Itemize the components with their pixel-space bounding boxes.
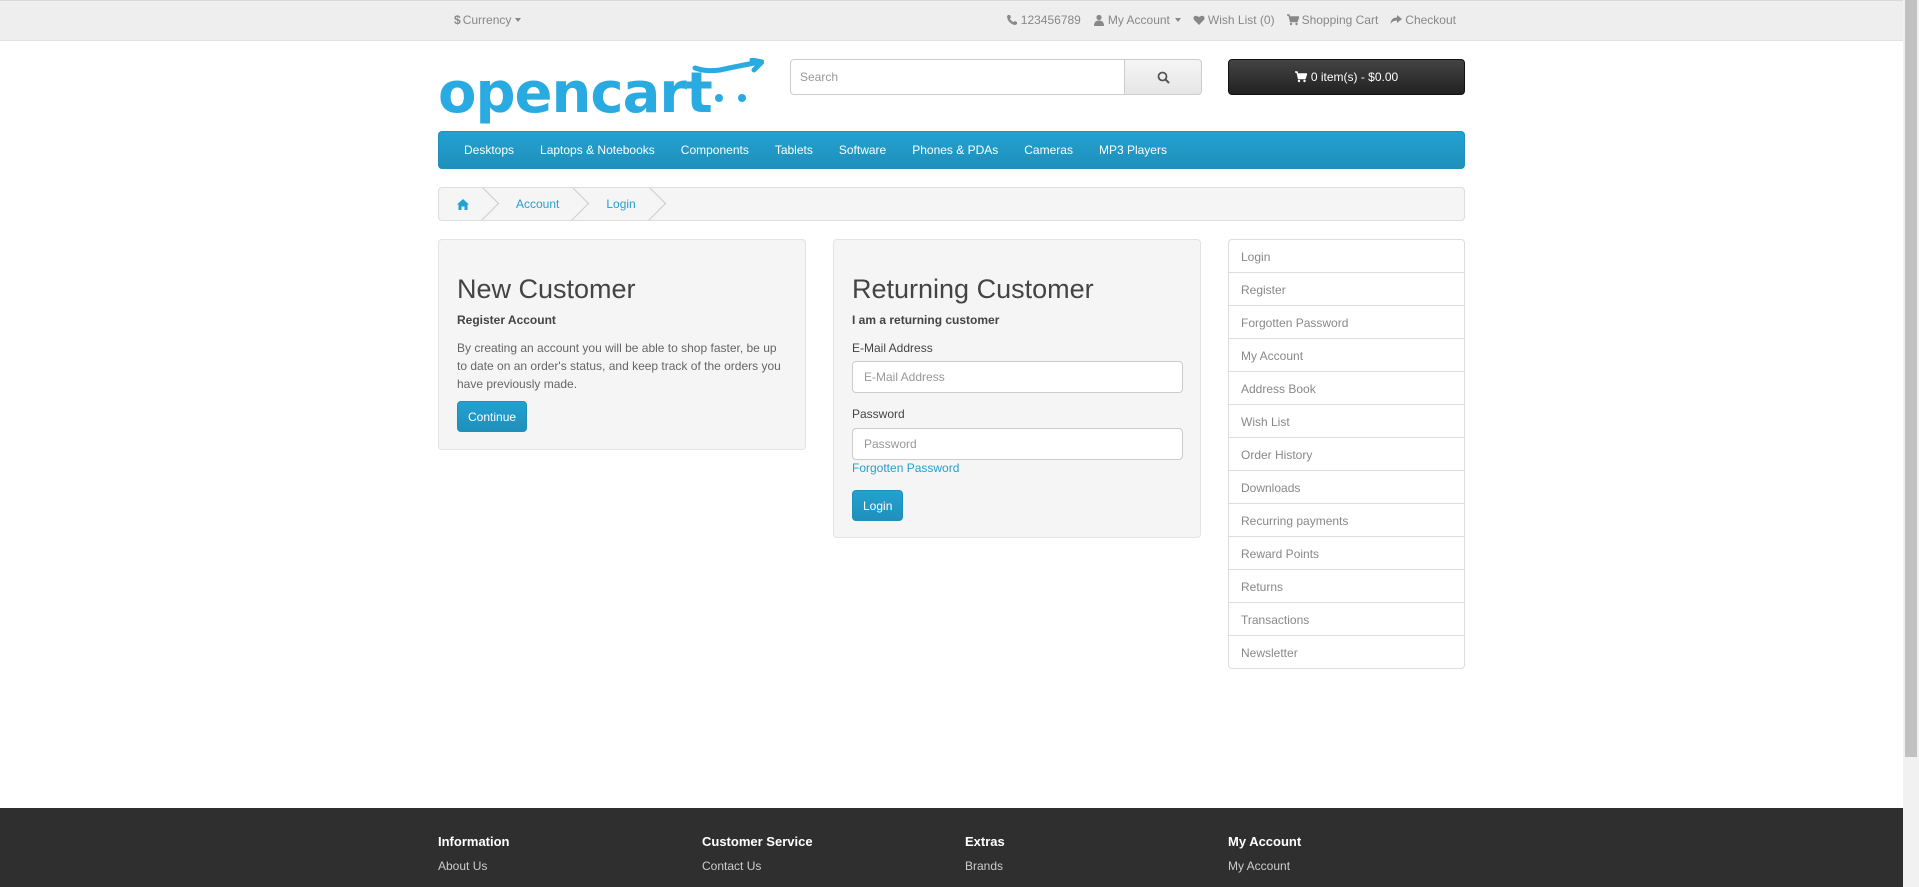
home-icon xyxy=(457,198,469,210)
menu-item-desktops[interactable]: Desktops xyxy=(451,143,527,157)
chevron-down-icon xyxy=(515,18,522,22)
sidebar-item-my-account[interactable]: My Account xyxy=(1228,338,1465,372)
sidebar-item-forgotten-password[interactable]: Forgotten Password xyxy=(1228,305,1465,339)
breadcrumb-login-link[interactable]: Login xyxy=(606,197,635,211)
footer-link-my-account[interactable]: My Account xyxy=(1228,859,1290,873)
currency-dropdown[interactable]: $ Currency xyxy=(454,13,522,27)
sidebar-item-recurring-payments[interactable]: Recurring payments xyxy=(1228,503,1465,537)
login-button[interactable]: Login xyxy=(852,490,904,521)
returning-customer-panel: Returning Customer I am a returning cust… xyxy=(833,239,1201,538)
footer-column-customer-service: Customer Service Contact Us xyxy=(702,834,813,873)
user-icon xyxy=(1093,14,1104,26)
footer-link-brands[interactable]: Brands xyxy=(965,859,1003,873)
search-icon xyxy=(1157,71,1170,84)
footer-link-contact-us[interactable]: Contact Us xyxy=(702,859,761,873)
sidebar-item-wish-list[interactable]: Wish List xyxy=(1228,404,1465,438)
breadcrumb-account-link[interactable]: Account xyxy=(516,197,559,211)
cart-icon xyxy=(1286,14,1299,26)
menu-item-cameras[interactable]: Cameras xyxy=(1011,143,1086,157)
returning-customer-title: Returning Customer xyxy=(852,274,1094,304)
footer: Information About Us Customer Service Co… xyxy=(0,808,1903,887)
search-button[interactable] xyxy=(1125,59,1202,95)
register-description: By creating an account you will be able … xyxy=(457,341,781,391)
opencart-logo[interactable]: opencart xyxy=(438,57,765,126)
footer-heading-my-account: My Account xyxy=(1228,834,1302,849)
footer-column-extras: Extras Brands xyxy=(965,834,1005,873)
footer-heading-information: Information xyxy=(438,834,510,849)
my-account-label: My Account xyxy=(1107,13,1170,27)
breadcrumb: Account Login xyxy=(438,187,1465,221)
email-label: E-Mail Address xyxy=(852,341,933,355)
my-account-dropdown[interactable]: My Account xyxy=(1093,13,1181,27)
search-input[interactable] xyxy=(790,59,1125,95)
account-sidebar: Login Register Forgotten Password My Acc… xyxy=(1228,239,1465,669)
checkout-link[interactable]: Checkout xyxy=(1390,13,1456,27)
phone-number: 123456789 xyxy=(1020,13,1081,27)
currency-symbol: $ xyxy=(454,13,461,27)
menu-item-components[interactable]: Components xyxy=(668,143,762,157)
email-field[interactable] xyxy=(852,361,1183,393)
checkout-label: Checkout xyxy=(1405,13,1456,27)
sidebar-item-login[interactable]: Login xyxy=(1228,239,1465,273)
sidebar-item-reward-points[interactable]: Reward Points xyxy=(1228,536,1465,570)
scrollbar-thumb[interactable] xyxy=(1905,0,1917,757)
sidebar-item-transactions[interactable]: Transactions xyxy=(1228,602,1465,636)
logo-image: opencart xyxy=(438,57,765,126)
top-bar: $ Currency 123456789 My Account Wish Lis… xyxy=(0,0,1903,41)
menu-item-laptops[interactable]: Laptops & Notebooks xyxy=(527,143,668,157)
footer-link-about-us[interactable]: About Us xyxy=(438,859,487,873)
shopping-cart-link[interactable]: Shopping Cart xyxy=(1286,13,1379,27)
cart-total: 0 item(s) - $0.00 xyxy=(1310,70,1399,84)
phone-link[interactable]: 123456789 xyxy=(1006,13,1081,27)
heart-icon xyxy=(1193,15,1205,25)
breadcrumb-login[interactable]: Login xyxy=(581,188,657,220)
new-customer-panel: New Customer Register Account By creatin… xyxy=(438,239,806,450)
menu-item-mp3[interactable]: MP3 Players xyxy=(1086,143,1180,157)
returning-customer-heading: I am a returning customer xyxy=(852,313,1000,327)
shopping-cart-label: Shopping Cart xyxy=(1301,13,1379,27)
register-account-heading: Register Account xyxy=(457,313,556,327)
breadcrumb-home[interactable] xyxy=(439,188,491,220)
chevron-down-icon xyxy=(1174,18,1181,22)
forgotten-password-link[interactable]: Forgotten Password xyxy=(852,461,959,475)
main-menu: Desktops Laptops & Notebooks Components … xyxy=(438,131,1465,169)
sidebar-item-register[interactable]: Register xyxy=(1228,272,1465,306)
sidebar-item-address-book[interactable]: Address Book xyxy=(1228,371,1465,405)
footer-column-my-account: My Account My Account xyxy=(1228,834,1301,873)
sidebar-item-returns[interactable]: Returns xyxy=(1228,569,1465,603)
password-field[interactable] xyxy=(852,428,1183,460)
phone-icon xyxy=(1006,15,1017,25)
search-group xyxy=(790,59,1202,95)
menu-item-tablets[interactable]: Tablets xyxy=(762,143,826,157)
footer-heading-extras: Extras xyxy=(965,834,1005,849)
menu-item-phones[interactable]: Phones & PDAs xyxy=(899,143,1011,157)
share-icon xyxy=(1390,15,1403,24)
sidebar-item-downloads[interactable]: Downloads xyxy=(1228,470,1465,504)
logo-text: opencart xyxy=(438,61,712,124)
breadcrumb-account[interactable]: Account xyxy=(491,188,581,220)
footer-column-information: Information About Us xyxy=(438,834,510,873)
page-scrollbar[interactable] xyxy=(1903,0,1919,887)
new-customer-title: New Customer xyxy=(457,274,636,304)
footer-heading-customer-service: Customer Service xyxy=(702,834,813,849)
menu-item-software[interactable]: Software xyxy=(826,143,899,157)
sidebar-item-order-history[interactable]: Order History xyxy=(1228,437,1465,471)
cart-icon xyxy=(1294,71,1307,83)
wishlist-link[interactable]: Wish List (0) xyxy=(1193,13,1275,27)
cart-button[interactable]: 0 item(s) - $0.00 xyxy=(1228,59,1465,95)
currency-label: Currency xyxy=(462,13,512,27)
wishlist-label: Wish List (0) xyxy=(1207,13,1275,27)
continue-button[interactable]: Continue xyxy=(457,401,528,432)
sidebar-item-newsletter[interactable]: Newsletter xyxy=(1228,635,1465,669)
password-label: Password xyxy=(852,407,905,421)
